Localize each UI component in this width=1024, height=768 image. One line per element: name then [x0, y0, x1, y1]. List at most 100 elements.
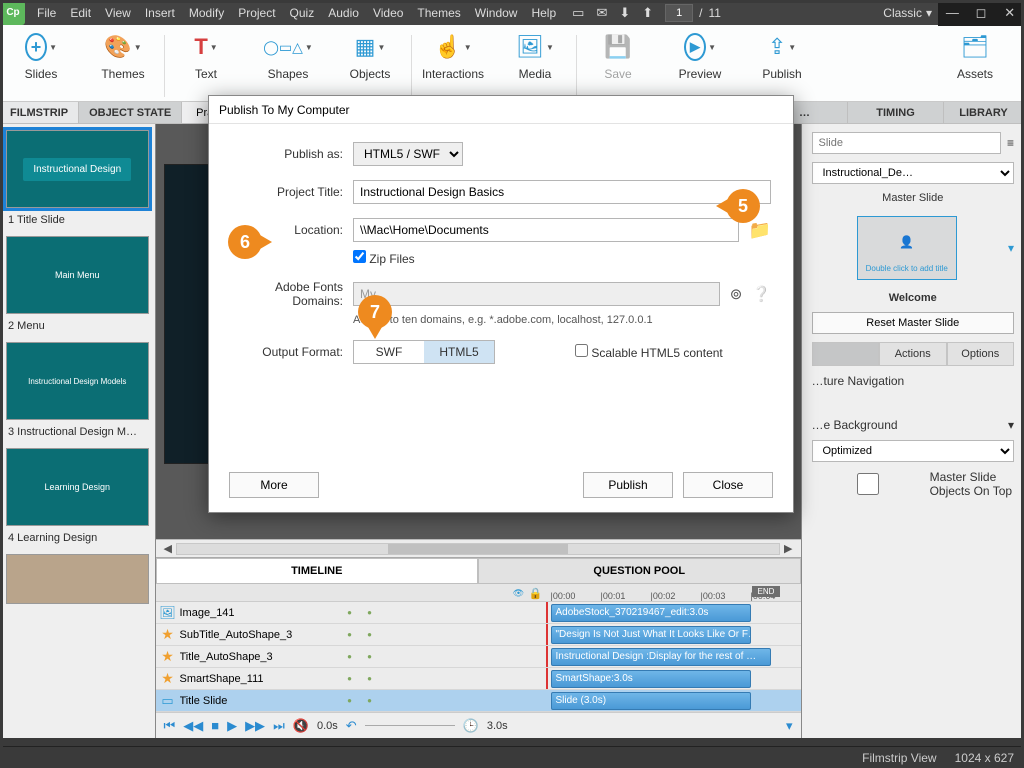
slide-thumb-5[interactable]: [6, 554, 149, 604]
slide-thumb-3[interactable]: Instructional Design Models 3 Instructio…: [6, 342, 149, 438]
visibility-dots[interactable]: ●●: [340, 630, 380, 639]
scroll-thumb[interactable]: [388, 544, 569, 554]
menu-view[interactable]: View: [105, 6, 131, 20]
tab-question-pool[interactable]: QUESTION POOL: [478, 558, 801, 584]
prop-tab-actions[interactable]: Actions: [879, 342, 947, 366]
scroll-right-icon[interactable]: ▶: [780, 542, 796, 555]
download-icon[interactable]: ⬇: [619, 5, 630, 21]
goto-start-icon[interactable]: ⏮: [164, 718, 176, 734]
menu-video[interactable]: Video: [373, 6, 403, 20]
timeline-row[interactable]: 🖼Image_141●●AdobeStock_370219467_edit:3.…: [156, 602, 801, 624]
prop-tab-style[interactable]: [812, 342, 880, 366]
more-button[interactable]: More: [229, 472, 319, 498]
menu-themes[interactable]: Themes: [417, 6, 460, 20]
master-slide-select[interactable]: Instructional_De…: [812, 162, 1015, 184]
ribbon-media[interactable]: 🖼▼ Media: [494, 31, 576, 101]
timeline-clip[interactable]: Instructional Design :Display for the re…: [551, 648, 771, 666]
menu-quiz[interactable]: Quiz: [290, 6, 315, 20]
master-on-top-checkbox[interactable]: Master Slide Objects On Top: [812, 470, 1015, 498]
scroll-left-icon[interactable]: ◀: [160, 542, 176, 555]
menu-edit[interactable]: Edit: [70, 6, 91, 20]
ribbon-slides[interactable]: +▼ Slides: [0, 31, 82, 101]
mail-icon[interactable]: ✉: [596, 5, 607, 21]
ribbon-shapes[interactable]: ◯▭△▼ Shapes: [247, 31, 329, 101]
menu-file[interactable]: File: [37, 6, 56, 20]
format-swf[interactable]: SWF: [354, 341, 424, 363]
mute-icon[interactable]: 🔇: [293, 718, 309, 734]
help-icon[interactable]: ❔: [752, 285, 771, 303]
gesture-nav-row[interactable]: …ture Navigation: [812, 374, 1015, 388]
menu-audio[interactable]: Audio: [328, 6, 359, 20]
minimize-button[interactable]: —: [938, 0, 967, 26]
goto-end-icon[interactable]: ⏭: [273, 718, 285, 734]
project-title-input[interactable]: [353, 180, 771, 204]
maximize-button[interactable]: ◻: [967, 0, 996, 26]
tab-filmstrip[interactable]: FILMSTRIP: [0, 102, 79, 123]
step-fwd-icon[interactable]: ▶▶: [245, 718, 265, 734]
timeline-row[interactable]: ★Title_AutoShape_3●●Instructional Design…: [156, 646, 801, 668]
zip-files-checkbox[interactable]: Zip Files: [353, 250, 415, 266]
timeline-menu-icon[interactable]: ▾: [786, 718, 793, 734]
timeline-row[interactable]: ▭Title Slide●●Slide (3.0s): [156, 690, 801, 712]
ribbon-publish[interactable]: ⇪▼ Publish: [741, 31, 823, 101]
chevron-down-icon[interactable]: ▾: [1008, 418, 1014, 432]
timeline-clip[interactable]: SmartShape:3.0s: [551, 670, 751, 688]
play-icon[interactable]: ▶: [227, 718, 237, 734]
output-format-toggle[interactable]: SWF HTML5: [353, 340, 495, 364]
slide-thumb-4[interactable]: Learning Design 4 Learning Design: [6, 448, 149, 544]
quality-select[interactable]: Optimized: [812, 440, 1015, 462]
workspace-switcher[interactable]: Classic ▾: [883, 6, 932, 20]
location-input[interactable]: [353, 218, 739, 242]
menu-modify[interactable]: Modify: [189, 6, 224, 20]
visibility-dots[interactable]: ●●: [340, 696, 380, 705]
timeline-clip[interactable]: "Design Is Not Just What It Looks Like O…: [551, 626, 751, 644]
menu-window[interactable]: Window: [475, 6, 518, 20]
tab-timing[interactable]: TIMING: [848, 102, 944, 123]
stop-icon[interactable]: ■: [211, 718, 219, 733]
visibility-dots[interactable]: ●●: [340, 652, 380, 661]
menu-project[interactable]: Project: [238, 6, 275, 20]
lock-icon[interactable]: 🔒: [528, 584, 544, 602]
slide-name-input[interactable]: [812, 132, 1001, 154]
timeline-row[interactable]: ★SubTitle_AutoShape_3●●"Design Is Not Ju…: [156, 624, 801, 646]
menu-insert[interactable]: Insert: [145, 6, 175, 20]
chevron-down-icon[interactable]: ▾: [1008, 241, 1014, 255]
tab-object-state[interactable]: OBJECT STATE: [79, 102, 182, 123]
close-button[interactable]: Close: [683, 472, 773, 498]
ribbon-themes[interactable]: 🎨▼ Themes: [82, 31, 164, 101]
tab-library[interactable]: LIBRARY: [944, 102, 1024, 123]
prop-tab-options[interactable]: Options: [947, 342, 1015, 366]
visibility-dots[interactable]: ●●: [340, 674, 380, 683]
step-back-icon[interactable]: ◀◀: [183, 718, 203, 734]
publish-as-select[interactable]: HTML5 / SWF: [353, 142, 463, 166]
canvas-h-scrollbar[interactable]: ◀ ▶: [156, 539, 801, 557]
upload-icon[interactable]: ⬆: [642, 5, 653, 21]
timeline-zoom[interactable]: [365, 725, 455, 726]
folder-icon[interactable]: 📁: [749, 220, 771, 241]
format-html5[interactable]: HTML5: [424, 341, 494, 363]
slide-thumb-2[interactable]: Main Menu 2 Menu: [6, 236, 149, 332]
creative-cloud-icon[interactable]: ⊚: [730, 285, 743, 303]
timeline-row[interactable]: ★SmartShape_111●●SmartShape:3.0s: [156, 668, 801, 690]
ribbon-interactions[interactable]: ☝▼ Interactions: [412, 31, 494, 101]
close-button[interactable]: ✕: [995, 0, 1024, 26]
ribbon-text[interactable]: T▼ Text: [165, 31, 247, 101]
ribbon-assets[interactable]: 🗂 Assets: [934, 31, 1016, 101]
ribbon-save[interactable]: 💾 Save: [577, 31, 659, 101]
reset-master-button[interactable]: Reset Master Slide: [812, 312, 1015, 334]
menu-help[interactable]: Help: [531, 6, 556, 20]
panel-menu-icon[interactable]: ≡: [1007, 136, 1014, 150]
page-current-input[interactable]: [665, 4, 693, 22]
master-slide-thumb[interactable]: 👤 Double click to add title: [857, 216, 957, 280]
timeline-clip[interactable]: AdobeStock_370219467_edit:3.0s: [551, 604, 751, 622]
timeline-clip[interactable]: Slide (3.0s): [551, 692, 751, 710]
layout-icon[interactable]: ▭: [572, 5, 584, 21]
scalable-checkbox[interactable]: Scalable HTML5 content: [575, 344, 723, 360]
rewind-icon[interactable]: ↶: [346, 718, 357, 734]
publish-button[interactable]: Publish: [583, 472, 673, 498]
visibility-dots[interactable]: ●●: [340, 608, 380, 617]
tab-timeline[interactable]: TIMELINE: [156, 558, 479, 584]
ribbon-objects[interactable]: ▦▼ Objects: [329, 31, 411, 101]
slide-thumb-1[interactable]: Instructional Design 1 Title Slide: [6, 130, 149, 226]
ribbon-preview[interactable]: ▶▼ Preview: [659, 31, 741, 101]
